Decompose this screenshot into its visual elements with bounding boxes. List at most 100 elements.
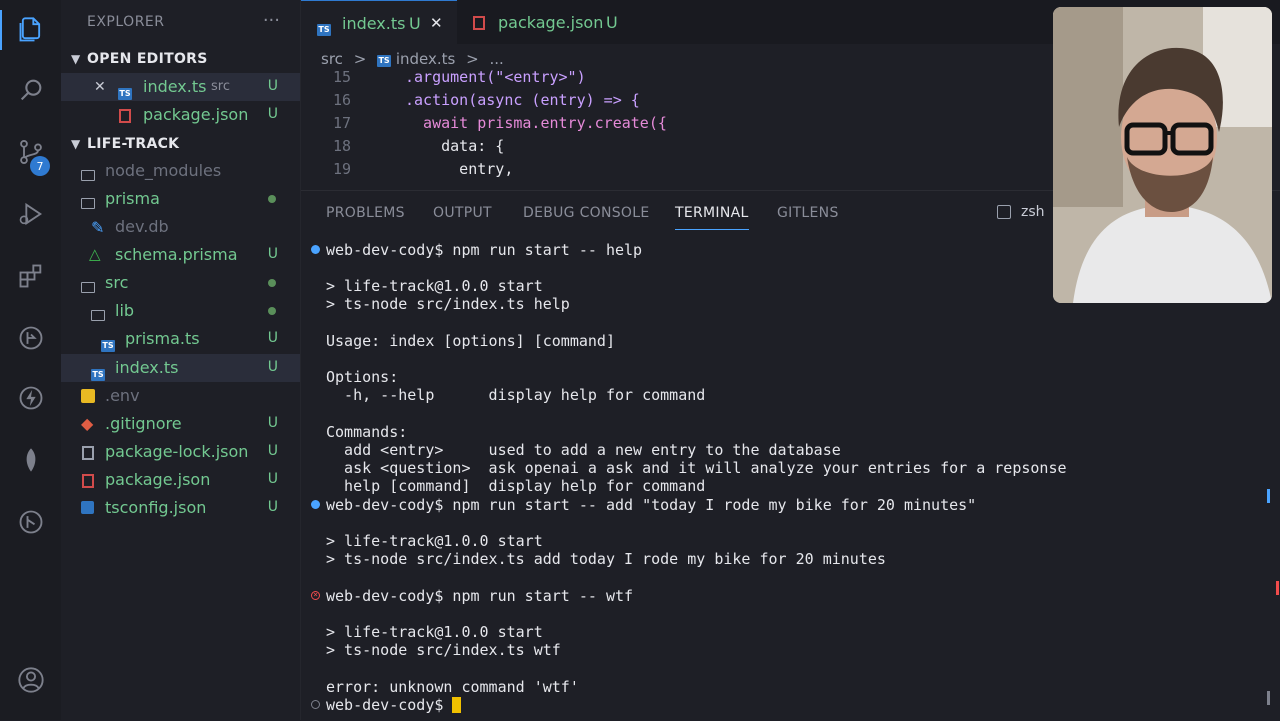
terminal-line: ask <question> ask openai a ask and it w… <box>326 459 1067 477</box>
folder-icon <box>81 278 95 297</box>
file-name: .env <box>105 386 140 405</box>
folder-icon <box>81 166 95 185</box>
activity-bar: 7 <box>0 0 62 720</box>
tree-prisma[interactable]: prisma <box>61 185 300 213</box>
terminal-line: > ts-node src/index.ts wtf <box>326 641 561 659</box>
tab-problems[interactable]: PROBLEMS <box>326 205 405 221</box>
typescript-file-icon: TS <box>118 88 132 100</box>
tab-index-ts[interactable]: TS index.ts U ✕ <box>301 0 457 45</box>
tree-schema-prisma[interactable]: △ schema.prisma U <box>61 241 300 269</box>
file-name: index.ts <box>143 77 207 96</box>
tree-package-json[interactable]: package.json U <box>61 466 300 494</box>
tree-prisma-ts[interactable]: TS prisma.ts U <box>61 325 300 353</box>
terminal-line: Usage: index [options] [command] <box>326 332 615 350</box>
chevron-down-icon[interactable]: ▼ <box>71 137 80 151</box>
tab-debug-console[interactable]: DEBUG CONSOLE <box>523 205 650 221</box>
tab-label: package.json <box>498 13 604 32</box>
search-icon[interactable] <box>0 66 61 114</box>
scrollbar-marker <box>1276 581 1279 595</box>
terminal-icon <box>997 205 1011 219</box>
more-actions-icon[interactable]: ··· <box>263 10 280 31</box>
git-status: U <box>267 415 278 431</box>
open-editor-index-ts[interactable]: ✕ TS index.ts src U <box>61 73 300 101</box>
file-name: package.json <box>105 470 211 489</box>
command-success-marker[interactable] <box>311 245 320 254</box>
file-name: prisma <box>105 189 160 208</box>
terminal-prompt: web-dev-cody$ <box>326 696 453 714</box>
terminal-line: > life-track@1.0.0 start <box>326 277 543 295</box>
tab-package-json[interactable]: package.json U <box>457 0 637 44</box>
modified-dot <box>268 307 276 315</box>
breadcrumb-file[interactable]: index.ts <box>396 50 456 68</box>
tree-dev-db[interactable]: ✎ dev.db <box>61 213 300 241</box>
remote-explorer-icon[interactable] <box>0 314 61 362</box>
explorer-title: EXPLORER <box>87 14 165 30</box>
account-icon[interactable] <box>0 656 61 704</box>
close-icon[interactable]: ✕ <box>94 79 106 95</box>
command-idle-marker <box>311 700 320 709</box>
run-debug-icon[interactable] <box>0 190 61 238</box>
prisma-file-icon: △ <box>89 245 101 263</box>
terminal-line: add <entry> used to add a new entry to t… <box>326 441 841 459</box>
tree-tsconfig-json[interactable]: tsconfig.json U <box>61 494 300 522</box>
command-success-marker[interactable] <box>311 500 320 509</box>
file-name: package-lock.json <box>105 442 249 461</box>
explorer-icon[interactable] <box>0 6 61 54</box>
git-graph-icon[interactable] <box>0 498 61 546</box>
file-name: prisma.ts <box>125 329 200 348</box>
command-error-marker[interactable]: × <box>311 591 320 600</box>
source-control-icon[interactable]: 7 <box>0 128 61 176</box>
terminal-line: help [command] display help for command <box>326 477 706 495</box>
typescript-file-icon: TS <box>101 340 115 352</box>
tab-status: U <box>409 14 421 33</box>
scrollbar-marker <box>1267 489 1270 503</box>
terminal-line: web-dev-cody$ npm run start -- wtf <box>326 587 634 605</box>
git-status: U <box>267 443 278 459</box>
chevron-down-icon[interactable]: ▼ <box>71 52 80 66</box>
file-name: index.ts <box>115 358 179 377</box>
extensions-icon[interactable] <box>0 252 61 300</box>
database-file-icon: ✎ <box>91 218 105 237</box>
tree-gitignore[interactable]: ◆ .gitignore U <box>61 410 300 438</box>
tab-output[interactable]: OUTPUT <box>433 205 492 221</box>
file-name: package.json <box>143 105 249 124</box>
typescript-file-icon: TS <box>317 24 331 36</box>
git-status: U <box>267 78 278 94</box>
lightning-icon[interactable] <box>0 374 61 422</box>
modified-dot <box>268 195 276 203</box>
breadcrumb: src > TS index.ts > ... <box>321 50 504 68</box>
tree-node_modules[interactable]: node_modules <box>61 157 300 185</box>
terminal-line: -h, --help display help for command <box>326 386 706 404</box>
folder-icon <box>81 194 95 213</box>
git-status: U <box>267 499 278 515</box>
project-title[interactable]: LIFE-TRACK <box>87 136 179 152</box>
tree-lib[interactable]: lib <box>61 297 300 325</box>
terminal-line: Options: <box>326 368 399 386</box>
shell-name[interactable]: zsh <box>1021 204 1045 220</box>
close-icon[interactable]: ✕ <box>430 14 443 32</box>
leaf-icon[interactable] <box>0 436 61 484</box>
file-name: dev.db <box>115 217 169 236</box>
tree-src[interactable]: src <box>61 269 300 297</box>
terminal-line: > life-track@1.0.0 start <box>326 623 543 641</box>
file-name: schema.prisma <box>115 245 238 264</box>
open-editor-package-json[interactable]: package.json U <box>61 101 300 129</box>
presenter-image <box>1053 7 1272 303</box>
breadcrumb-more[interactable]: ... <box>489 50 503 68</box>
tree-index-ts[interactable]: TS index.ts U <box>61 354 300 382</box>
open-editors-title[interactable]: OPEN EDITORS <box>87 51 208 67</box>
terminal-line: > ts-node src/index.ts help <box>326 295 570 313</box>
typescript-file-icon: TS <box>377 55 392 67</box>
terminal-line: Commands: <box>326 423 408 441</box>
tab-gitlens[interactable]: GITLENS <box>777 205 839 221</box>
tab-terminal[interactable]: TERMINAL <box>675 205 749 230</box>
tree-package-lock-json[interactable]: package-lock.json U <box>61 438 300 466</box>
file-name: src <box>105 273 129 292</box>
explorer-sidebar: EXPLORER ··· ▼ OPEN EDITORS ✕ TS index.t… <box>61 0 301 720</box>
git-status: U <box>267 106 278 122</box>
file-name: .gitignore <box>105 414 182 433</box>
tree-env[interactable]: .env <box>61 382 300 410</box>
git-status: U <box>267 471 278 487</box>
breadcrumb-folder[interactable]: src <box>321 50 343 68</box>
scrollbar-marker <box>1267 691 1270 705</box>
